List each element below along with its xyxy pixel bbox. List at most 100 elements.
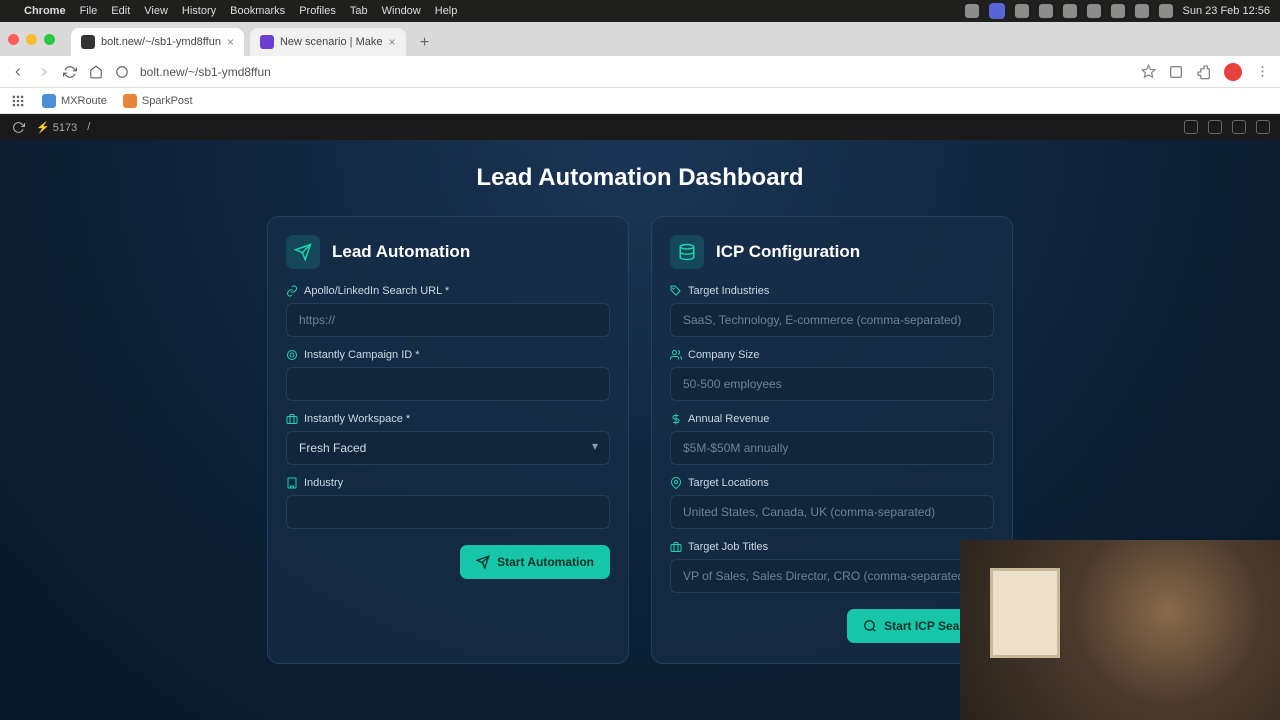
extensions-menu-icon[interactable] (1196, 64, 1212, 80)
field-label: Company Size (688, 349, 760, 361)
page-title: Lead Automation Dashboard (0, 164, 1280, 192)
target-locations-input[interactable] (670, 495, 994, 529)
industry-input[interactable] (286, 495, 610, 529)
maximize-window-button[interactable] (44, 34, 55, 45)
field-label: Target Locations (688, 477, 769, 489)
preview-tool-icon[interactable] (1232, 120, 1246, 134)
menu-file[interactable]: File (80, 5, 98, 17)
field-label: Target Industries (688, 285, 769, 297)
menu-help[interactable]: Help (435, 5, 458, 17)
close-tab-icon[interactable]: × (388, 35, 395, 49)
workspace-select[interactable]: Fresh Faced (286, 431, 610, 465)
button-label: Start Automation (497, 555, 594, 569)
webcam-overlay (960, 540, 1280, 720)
menu-tab[interactable]: Tab (350, 5, 368, 17)
menu-bookmarks[interactable]: Bookmarks (230, 5, 285, 17)
menu-view[interactable]: View (144, 5, 168, 17)
reload-preview-icon[interactable] (10, 119, 26, 135)
extension-icon[interactable] (1168, 64, 1184, 80)
bookmark-item[interactable]: MXRoute (42, 94, 107, 108)
menubar-app-icon[interactable] (989, 3, 1005, 19)
browser-address-bar: bolt.new/~/sb1-ymd8ffun (0, 56, 1280, 88)
menubar-status-icon[interactable] (1015, 4, 1029, 18)
card-title: ICP Configuration (716, 242, 860, 262)
start-automation-button[interactable]: Start Automation (460, 545, 610, 579)
browser-tab-active[interactable]: bolt.new/~/sb1-ymd8ffun × (71, 28, 244, 56)
menu-edit[interactable]: Edit (111, 5, 130, 17)
menubar-status-icon[interactable] (1087, 4, 1101, 18)
search-url-input[interactable] (286, 303, 610, 337)
menubar-wifi-icon[interactable] (1111, 4, 1125, 18)
target-industries-input[interactable] (670, 303, 994, 337)
menubar-clock[interactable]: Sun 23 Feb 12:56 (1183, 5, 1270, 17)
tag-icon (670, 285, 682, 297)
briefcase-icon (286, 413, 298, 425)
company-size-input[interactable] (670, 367, 994, 401)
new-tab-button[interactable]: + (412, 30, 438, 56)
bookmarks-bar: MXRoute SparkPost (0, 88, 1280, 114)
database-icon (670, 235, 704, 269)
send-icon (286, 235, 320, 269)
briefcase-icon (670, 541, 682, 553)
reload-button[interactable] (62, 64, 78, 80)
dollar-icon (670, 413, 682, 425)
bookmark-label: SparkPost (142, 95, 193, 107)
preview-path[interactable]: / (87, 121, 90, 133)
bookmark-star-icon[interactable] (1140, 64, 1156, 80)
map-pin-icon (670, 477, 682, 489)
close-tab-icon[interactable]: × (227, 35, 234, 49)
bookmark-label: MXRoute (61, 95, 107, 107)
bookmark-item[interactable]: SparkPost (123, 94, 193, 108)
forward-button[interactable] (36, 64, 52, 80)
tab-title: bolt.new/~/sb1-ymd8ffun (101, 36, 221, 48)
menubar-status-icon[interactable] (1039, 4, 1053, 18)
campaign-id-input[interactable] (286, 367, 610, 401)
home-button[interactable] (88, 64, 104, 80)
favicon-icon (260, 35, 274, 49)
menubar-control-icon[interactable] (1159, 4, 1173, 18)
chrome-menu-icon[interactable] (1254, 64, 1270, 80)
lead-automation-card: Lead Automation Apollo/LinkedIn Search U… (267, 216, 629, 664)
field-label: Apollo/LinkedIn Search URL * (304, 285, 449, 297)
icp-config-card: ICP Configuration Target Industries Comp… (651, 216, 1013, 664)
preview-port: ⚡ 5173 (36, 121, 77, 134)
menubar-app[interactable]: Chrome (24, 5, 66, 17)
menu-profiles[interactable]: Profiles (299, 5, 336, 17)
menubar-status-icon[interactable] (965, 4, 979, 18)
favicon-icon (81, 35, 95, 49)
tab-title: New scenario | Make (280, 36, 383, 48)
building-icon (286, 477, 298, 489)
back-button[interactable] (10, 64, 26, 80)
browser-tab[interactable]: New scenario | Make × (250, 28, 406, 56)
window-controls (8, 34, 55, 45)
menubar-battery-icon[interactable] (1135, 4, 1149, 18)
address-url[interactable]: bolt.new/~/sb1-ymd8ffun (140, 65, 271, 79)
annual-revenue-input[interactable] (670, 431, 994, 465)
link-icon (286, 285, 298, 297)
apps-icon[interactable] (10, 93, 26, 109)
preview-toolbar: ⚡ 5173 / (0, 114, 1280, 140)
menu-history[interactable]: History (182, 5, 216, 17)
app-body: Lead Automation Dashboard Lead Automatio… (0, 140, 1280, 720)
field-label: Annual Revenue (688, 413, 769, 425)
browser-tabbar: bolt.new/~/sb1-ymd8ffun × New scenario |… (0, 22, 1280, 56)
card-title: Lead Automation (332, 242, 470, 262)
preview-tool-icon[interactable] (1256, 120, 1270, 134)
users-icon (670, 349, 682, 361)
preview-tool-icon[interactable] (1184, 120, 1198, 134)
preview-tool-icon[interactable] (1208, 120, 1222, 134)
bookmark-favicon-icon (123, 94, 137, 108)
field-label: Target Job Titles (688, 541, 768, 553)
field-label: Instantly Campaign ID * (304, 349, 420, 361)
menu-window[interactable]: Window (382, 5, 421, 17)
profile-avatar[interactable] (1224, 63, 1242, 81)
bookmark-favicon-icon (42, 94, 56, 108)
menubar-status-icon[interactable] (1063, 4, 1077, 18)
site-info-icon[interactable] (114, 64, 130, 80)
close-window-button[interactable] (8, 34, 19, 45)
minimize-window-button[interactable] (26, 34, 37, 45)
field-label: Instantly Workspace * (304, 413, 410, 425)
target-job-titles-input[interactable] (670, 559, 994, 593)
macos-menubar: Chrome File Edit View History Bookmarks … (0, 0, 1280, 22)
whiteboard-prop (990, 568, 1060, 658)
